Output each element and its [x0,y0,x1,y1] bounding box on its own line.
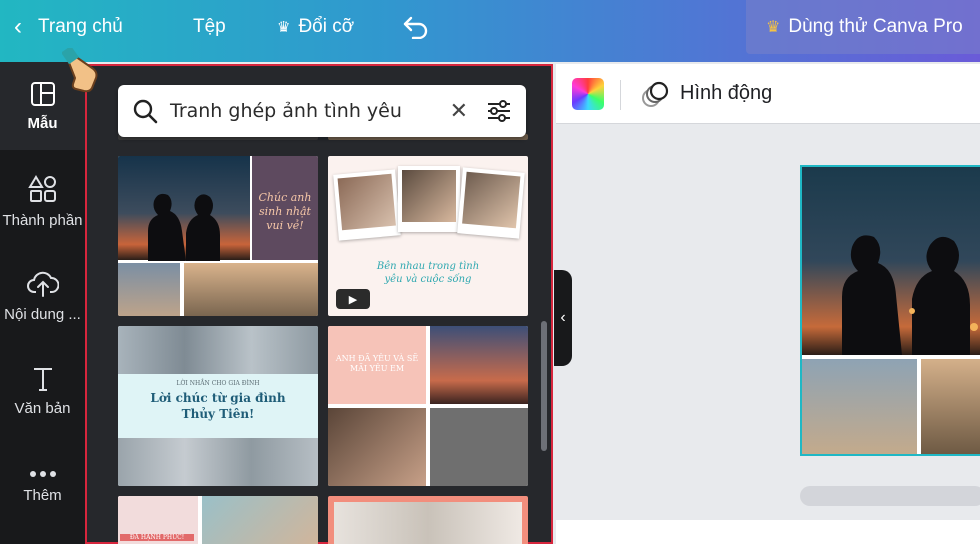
rail-item-text[interactable]: Văn bản [0,347,85,435]
chevron-left-icon: ‹ [560,309,566,326]
search-input[interactable]: Tranh ghép ảnh tình yêu [170,100,450,122]
resize-label: Đổi cỡ [298,16,355,37]
template-caption: Lời chúc từ gia đình Thủy Tiên! [150,391,286,421]
filter-icon[interactable] [486,99,512,123]
play-icon: ▶ [336,289,370,309]
template-card[interactable]: LỜI NHẮN CHO GIA ĐÌNH Lời chúc từ gia đì… [118,326,318,486]
template-card[interactable]: Chúc anh sinh nhật vui vẻ! [118,156,318,316]
rail-label: Văn bản [14,399,71,417]
collapse-panel-button[interactable]: ‹ [554,270,572,366]
rail-label: Mẫu [27,114,58,132]
search-bar[interactable]: Tranh ghép ảnh tình yêu ✕ [118,85,526,137]
rail-item-more[interactable]: Thêm [0,442,85,530]
template-card[interactable]: ĐÃ HẠNH PHÚC! [118,496,318,544]
home-label: Trang chủ [38,16,123,37]
template-card[interactable] [328,496,528,544]
template-card[interactable]: Bên nhau trong tình yêu và cuộc sống ▶ [328,156,528,316]
rail-label: Nội dung ... [4,305,81,323]
design-canvas[interactable] [800,165,980,456]
upload-cloud-icon [26,271,59,297]
template-caption: ANH ĐÃ YÊU VÀ SẼ MÃI YÊU EM [335,354,419,373]
rail-label: Thành phần [2,211,83,229]
search-icon [133,99,158,124]
resize-button[interactable]: ♛ Đổi cỡ [277,0,354,54]
template-caption-top: LỜI NHẮN CHO GIA ĐÌNH [176,380,260,387]
rail-label: Thêm [23,486,62,504]
color-picker-button[interactable] [572,78,604,110]
top-bar: ‹ Trang chủ Tệp ♛ Đổi cỡ ♛ Dùng thử Canv… [0,0,980,62]
home-button[interactable]: ‹ Trang chủ [14,0,123,54]
try-pro-button[interactable]: ♛ Dùng thử Canva Pro [746,0,980,54]
panel-scrollbar[interactable] [541,321,547,451]
hand-cursor-icon [62,48,98,93]
template-icon [30,81,55,106]
templates-panel: Tranh ghép ảnh tình yêu ✕ Chúc anh sinh … [85,64,553,544]
editor-toolbar: Hình động [556,64,980,124]
file-menu-button[interactable]: Tệp [193,0,226,54]
close-icon[interactable]: ✕ [450,98,468,124]
text-icon [33,367,52,391]
template-caption: Bên nhau trong tình yêu và cuộc sống [376,261,480,285]
editor-footer [556,520,980,544]
side-rail: Mẫu Thành phần Nội dung ... Văn bản Thêm [0,62,85,544]
rail-item-uploads[interactable]: Nội dung ... [0,252,85,340]
undo-button[interactable] [402,12,432,42]
animate-button[interactable]: Hình động [680,82,772,105]
chevron-left-icon: ‹ [14,13,22,40]
elements-icon [27,174,56,202]
crown-icon: ♛ [277,19,291,36]
divider [620,80,621,110]
pro-label: Dùng thử Canva Pro [788,16,963,37]
more-icon [29,470,56,477]
file-label: Tệp [193,16,226,37]
template-card[interactable]: ANH ĐÃ YÊU VÀ SẼ MÃI YÊU EM [328,326,528,486]
crown-icon: ♛ [766,19,781,36]
template-caption: ĐÃ HẠNH PHÚC! [120,534,194,541]
animate-icon[interactable] [640,80,670,110]
rail-item-elements[interactable]: Thành phần [0,157,85,245]
template-caption: Chúc anh sinh nhật vui vẻ! [258,191,312,232]
undo-icon [403,16,428,39]
canvas-scrollbar[interactable] [800,486,980,506]
